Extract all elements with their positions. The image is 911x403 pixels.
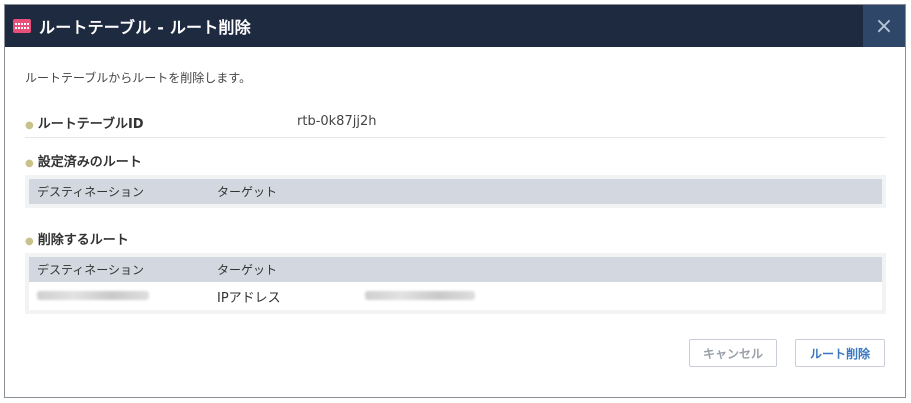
redacted-destination [37, 290, 149, 300]
existing-routes-label-text: 設定済みのルート [37, 155, 142, 170]
destination-cell [29, 289, 217, 304]
dialog-description: ルートテーブルからルートを削除します。 [25, 71, 252, 85]
routes-to-delete-label: ● 削除するルート [25, 229, 129, 248]
delete-route-dialog: ルートテーブル - ルート削除 × ルートテーブルからルートを削除します。 ● ル… [4, 4, 906, 398]
close-icon: × [874, 13, 894, 39]
route-table-icon [13, 19, 31, 33]
route-table-id-row: ● ルートテーブルID rtb-0k87jj2h [25, 113, 886, 138]
route-table-id-value: rtb-0k87jj2h [297, 114, 377, 129]
routes-to-delete-table: デスティネーション ターゲット IPアドレス [25, 253, 886, 314]
close-button[interactable]: × [863, 5, 905, 47]
bullet-dot-icon: ● [25, 236, 34, 247]
target-type-cell: IPアドレス [217, 290, 281, 306]
table-row: IPアドレス [29, 282, 882, 310]
redacted-target [365, 290, 475, 300]
target-value-cell [365, 289, 475, 304]
column-header-target: ターゲット [217, 185, 278, 199]
column-header-destination: デスティネーション [37, 263, 145, 277]
cancel-button[interactable]: キャンセル [689, 339, 777, 367]
routes-to-delete-label-text: 削除するルート [37, 233, 129, 248]
column-header-target: ターゲット [217, 263, 278, 277]
bullet-dot-icon: ● [25, 120, 34, 131]
existing-routes-label: ● 設定済みのルート [25, 151, 142, 170]
dialog-title: ルートテーブル - ルート削除 [39, 18, 251, 37]
delete-route-button[interactable]: ルート削除 [795, 339, 885, 367]
table-header: デスティネーション ターゲット [29, 179, 882, 204]
bullet-dot-icon: ● [25, 158, 34, 169]
column-header-destination: デスティネーション [37, 185, 145, 199]
route-table-id-label: ルートテーブルID [37, 117, 144, 132]
existing-routes-table: デスティネーション ターゲット [25, 175, 886, 208]
table-header: デスティネーション ターゲット [29, 257, 882, 282]
dialog-titlebar: ルートテーブル - ルート削除 × [5, 5, 905, 47]
